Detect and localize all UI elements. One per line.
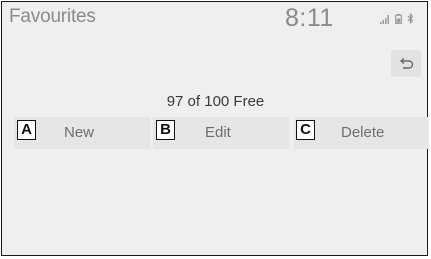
- signal-strength-icon: [380, 15, 389, 24]
- screen-frame: Favourites 8:11 97 of 100 Free New Edit …: [1, 1, 429, 256]
- status-bar: [380, 13, 414, 24]
- callout-b: B: [156, 120, 175, 140]
- edit-button-label: Edit: [205, 124, 231, 141]
- screen-title: Favourites: [9, 6, 96, 27]
- new-button-label: New: [64, 124, 95, 141]
- free-slots-count: 97 of 100 Free: [166, 93, 265, 110]
- back-button[interactable]: [391, 50, 421, 77]
- delete-button-label: Delete: [341, 124, 385, 141]
- bluetooth-icon: [407, 13, 414, 24]
- clock: 8:11: [285, 4, 334, 32]
- callout-c: C: [296, 120, 315, 140]
- battery-icon: [395, 14, 402, 24]
- return-arrow-icon: [399, 57, 414, 69]
- callout-a: A: [17, 120, 36, 140]
